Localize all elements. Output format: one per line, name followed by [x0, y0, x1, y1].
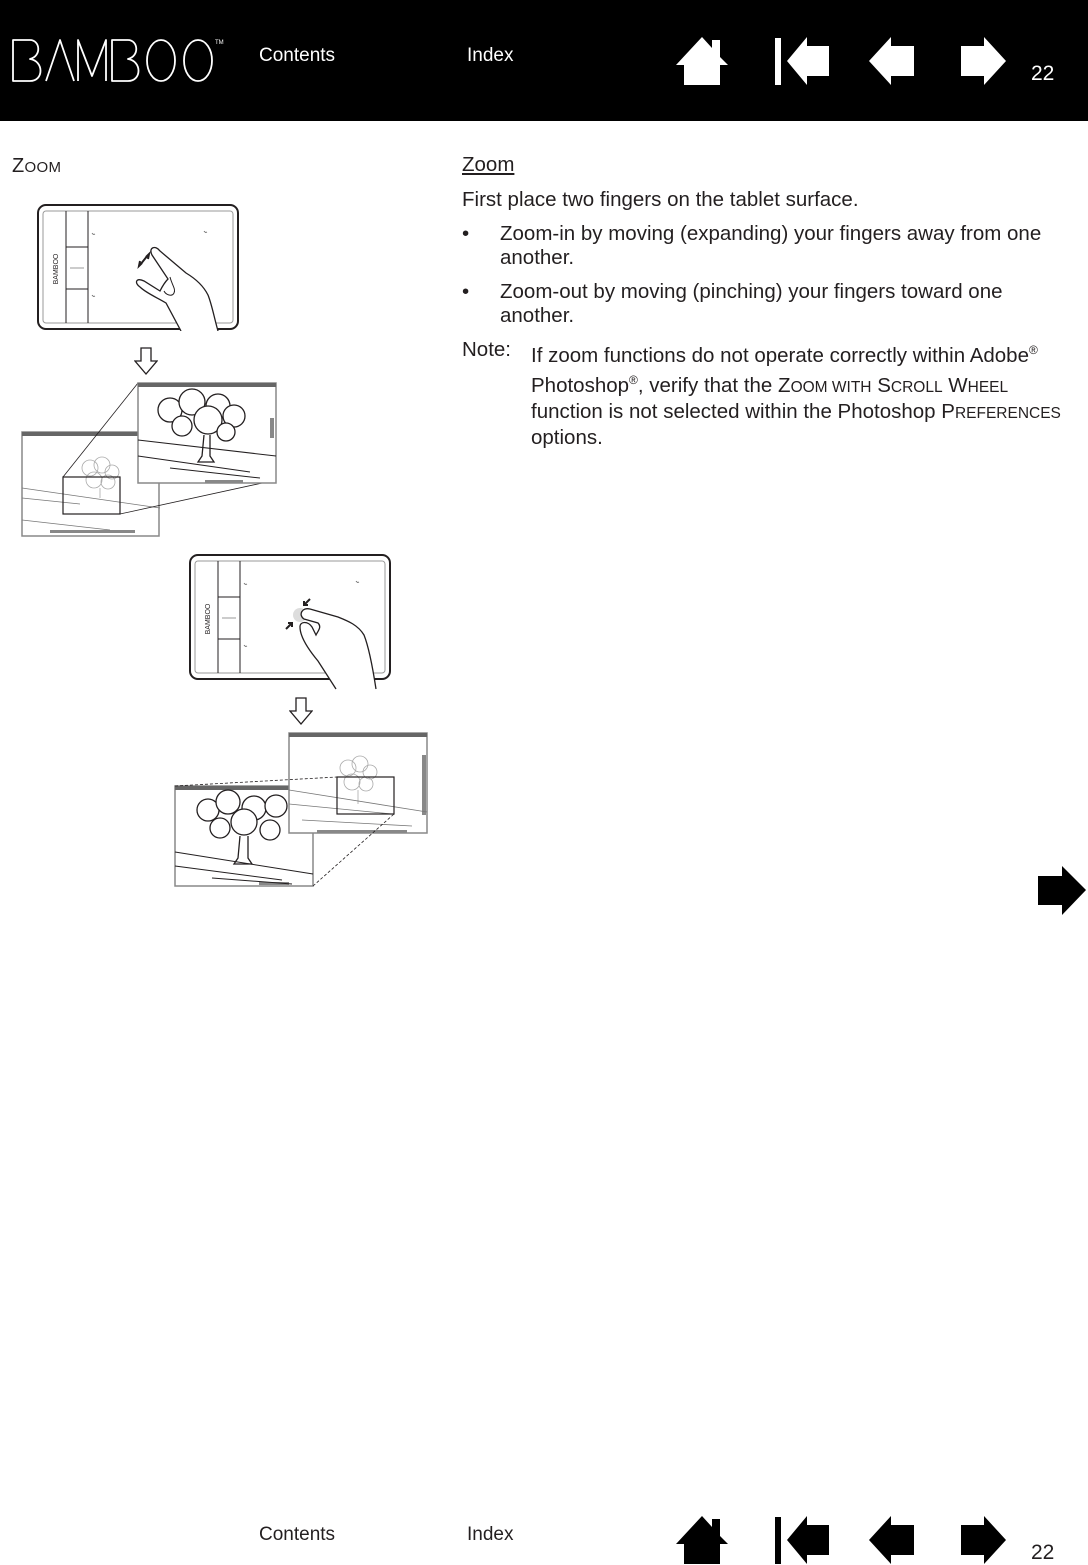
- first-page-icon[interactable]: [775, 37, 829, 85]
- option-name: OOM WITH: [790, 378, 872, 396]
- continued-next-page-icon[interactable]: [1036, 864, 1086, 916]
- bullet-marker: •: [462, 280, 470, 303]
- option-name: W: [948, 373, 968, 397]
- note-text-part: If zoom functions do not operate correct…: [531, 343, 1029, 367]
- zoom-in-result-illustration: [21, 382, 277, 537]
- next-page-icon[interactable]: [961, 37, 1006, 85]
- tablet-brand-label: BAMBOO: [53, 253, 60, 284]
- zoom-out-tablet-illustration: BAMBOO: [189, 554, 391, 690]
- option-name: HEEL: [967, 378, 1009, 396]
- bullet-text: Zoom-in by moving (expanding) your finge…: [500, 222, 1042, 269]
- subheading: Zoom: [462, 153, 515, 176]
- bullet-marker: •: [462, 222, 470, 245]
- bullet-text: Zoom-out by moving (pinching) your finge…: [500, 280, 1003, 327]
- registered-mark: ®: [1028, 343, 1038, 357]
- note-block: Note: If zoom functions do not operate c…: [462, 338, 1082, 450]
- contents-link[interactable]: Contents: [259, 1524, 335, 1546]
- option-name: Z: [778, 373, 791, 397]
- preferences-name: P: [941, 399, 955, 423]
- contents-link[interactable]: Contents: [259, 45, 335, 67]
- option-name: S: [877, 373, 891, 397]
- heading-rest: OOM: [24, 159, 62, 176]
- heading-initial: Z: [12, 155, 25, 177]
- bullet-item: • Zoom-in by moving (expanding) your fin…: [462, 222, 1082, 270]
- registered-mark: ®: [629, 372, 638, 387]
- down-arrow-icon: [289, 697, 313, 725]
- bullet-item: • Zoom-out by moving (pinching) your fin…: [462, 280, 1082, 328]
- home-icon[interactable]: [676, 37, 728, 85]
- index-link[interactable]: Index: [467, 1524, 513, 1546]
- zoom-out-result-illustration: [174, 732, 428, 887]
- option-name: CROLL: [890, 378, 943, 396]
- note-text-part: options.: [531, 425, 603, 449]
- note-text: If zoom functions do not operate correct…: [531, 343, 1061, 449]
- intro-paragraph: First place two fingers on the tablet su…: [462, 188, 859, 211]
- page-number: 22: [1031, 1541, 1055, 1564]
- first-page-icon[interactable]: [775, 1516, 829, 1564]
- page-number: 22: [1031, 62, 1055, 85]
- previous-page-icon[interactable]: [869, 1516, 914, 1564]
- trademark-symbol: TM: [215, 40, 224, 46]
- index-link[interactable]: Index: [467, 45, 513, 67]
- note-label: Note:: [462, 338, 511, 361]
- bamboo-logo: TM: [12, 39, 224, 82]
- preferences-name: REFERENCES: [954, 404, 1061, 422]
- content-body: Zoom First place two fingers on the tabl…: [462, 153, 1082, 450]
- next-page-icon[interactable]: [961, 1516, 1006, 1564]
- tablet-brand-label: BAMBOO: [205, 603, 212, 634]
- note-text-part: function is not selected within the Phot…: [531, 399, 942, 423]
- previous-page-icon[interactable]: [869, 37, 914, 85]
- note-text-part: , verify that the: [637, 373, 779, 397]
- section-heading: ZOOM: [12, 155, 61, 178]
- home-icon[interactable]: [676, 1516, 728, 1564]
- down-arrow-icon: [134, 347, 158, 375]
- zoom-in-tablet-illustration: BAMBOO: [37, 204, 239, 331]
- header-bar: TM Contents Index 22: [0, 0, 1088, 121]
- note-text-part: Photoshop: [531, 373, 630, 397]
